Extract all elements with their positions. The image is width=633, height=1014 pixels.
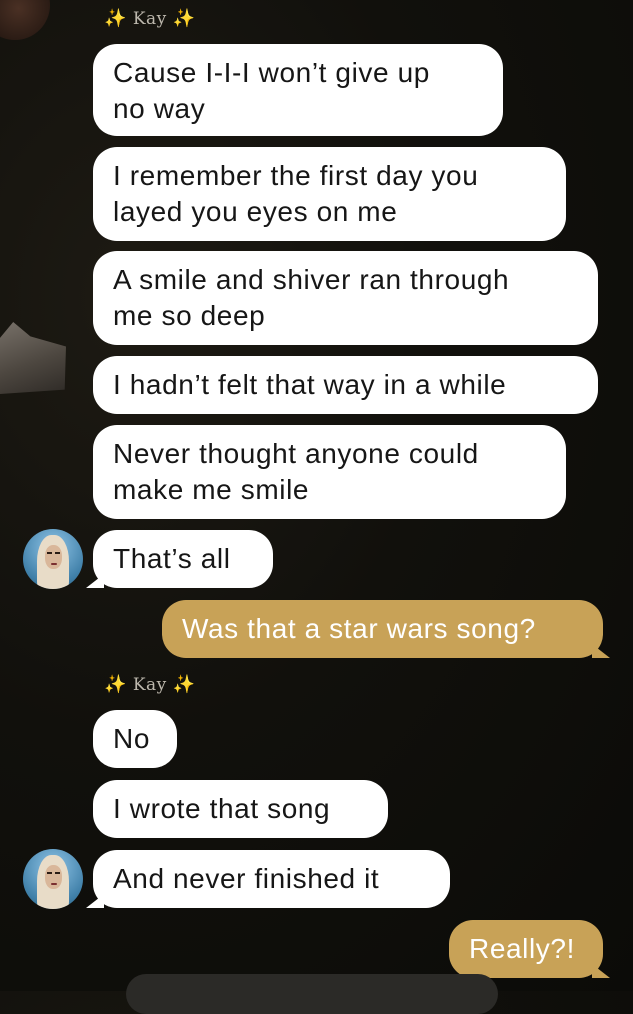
message-input-bar[interactable]	[126, 974, 498, 1014]
sender-name-text: Kay	[132, 9, 167, 29]
message-bubble-incoming[interactable]: A smile and shiver ran through me so dee…	[93, 251, 598, 345]
message-bubble-incoming[interactable]: Never thought anyone could make me smile	[93, 425, 566, 519]
message-bubble-outgoing[interactable]: Really?!	[449, 920, 603, 978]
avatar[interactable]	[23, 529, 83, 589]
avatar-brow	[55, 552, 60, 554]
background-rock	[0, 322, 66, 394]
message-bubble-incoming[interactable]: And never finished it	[93, 850, 450, 908]
message-bubble-incoming[interactable]: Cause I-I-I won’t give up no way	[93, 44, 503, 136]
sparkle-icon: ✨	[172, 8, 196, 29]
background-decoration	[0, 0, 50, 40]
avatar-lips	[51, 883, 57, 885]
message-bubble-incoming[interactable]: I hadn’t felt that way in a while	[93, 356, 598, 414]
sparkle-icon: ✨	[172, 674, 196, 695]
message-bubble-incoming[interactable]: No	[93, 710, 177, 768]
message-bubble-incoming[interactable]: I wrote that song	[93, 780, 388, 838]
sparkle-icon: ✨	[104, 8, 127, 29]
avatar-lips	[51, 563, 57, 565]
message-bubble-outgoing[interactable]: Was that a star wars song?	[162, 600, 603, 658]
avatar-brow	[47, 872, 52, 874]
sparkle-icon: ✨	[104, 674, 127, 695]
sender-name-kay: ✨ Kay ✨	[104, 8, 196, 29]
message-bubble-incoming[interactable]: I remember the first day you layed you e…	[93, 147, 566, 241]
sender-name-kay: ✨ Kay ✨	[104, 674, 196, 695]
sender-name-text: Kay	[132, 675, 167, 695]
avatar-brow	[47, 552, 52, 554]
avatar-face	[45, 545, 62, 569]
message-bubble-incoming[interactable]: That’s all	[93, 530, 273, 588]
avatar[interactable]	[23, 849, 83, 909]
avatar-brow	[55, 872, 60, 874]
avatar-face	[45, 865, 62, 889]
